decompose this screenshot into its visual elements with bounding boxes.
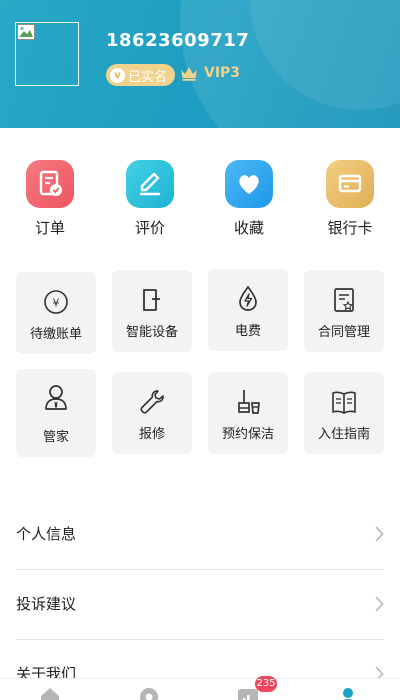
service-checkin-guide[interactable]: 入住指南 bbox=[304, 372, 384, 454]
wrench-icon bbox=[140, 390, 164, 414]
notification-badge: 235 bbox=[255, 676, 277, 692]
discover-icon[interactable] bbox=[137, 685, 161, 700]
service-label: 合同管理 bbox=[317, 325, 370, 340]
menu-personal-info[interactable]: 个人信息 bbox=[16, 500, 384, 570]
service-label: 待缴账单 bbox=[29, 327, 82, 342]
service-repair[interactable]: 报修 bbox=[112, 372, 192, 454]
service-contract-management[interactable]: 合同管理 bbox=[304, 270, 384, 352]
service-electricity[interactable]: 电费 bbox=[208, 269, 288, 351]
electric-icon bbox=[239, 285, 257, 311]
user-phone: 18623609717 bbox=[106, 30, 250, 51]
quick-action-label: 收藏 bbox=[233, 219, 264, 237]
quick-action-orders[interactable]: 订单 bbox=[15, 160, 85, 238]
profile-page: 18623609717 v 已实名 VIP3 订单 评价 收藏 银行卡 ¥ 待缴… bbox=[0, 0, 400, 700]
svg-text:¥: ¥ bbox=[53, 297, 60, 310]
chevron-right-icon bbox=[375, 526, 384, 542]
vip-badge: VIP3 bbox=[180, 65, 240, 81]
cleaning-icon bbox=[238, 390, 260, 414]
service-label: 智能设备 bbox=[125, 325, 178, 340]
guide-icon bbox=[332, 391, 356, 414]
v-badge-icon: v bbox=[110, 67, 125, 83]
quick-action-reviews[interactable]: 评价 bbox=[115, 160, 185, 238]
service-label: 预约保洁 bbox=[221, 427, 274, 442]
menu-label: 个人信息 bbox=[16, 525, 77, 543]
quick-action-label: 评价 bbox=[134, 219, 165, 237]
chevron-right-icon bbox=[375, 596, 384, 612]
service-label: 报修 bbox=[138, 427, 165, 442]
menu-label: 投诉建议 bbox=[16, 595, 77, 613]
yen-icon: ¥ bbox=[44, 290, 68, 314]
menu-complaints-suggestions[interactable]: 投诉建议 bbox=[16, 570, 384, 640]
crown-icon bbox=[181, 66, 197, 81]
service-cleaning-booking[interactable]: 预约保洁 bbox=[208, 372, 288, 454]
service-butler[interactable]: 管家 bbox=[16, 369, 96, 457]
vip-level: VIP3 bbox=[204, 65, 241, 81]
service-label: 电费 bbox=[234, 324, 261, 339]
butler-icon bbox=[45, 385, 67, 410]
device-icon bbox=[143, 289, 160, 311]
home-icon[interactable] bbox=[38, 685, 62, 700]
realname-label: 已实名 bbox=[128, 69, 168, 85]
quick-action-label: 银行卡 bbox=[327, 219, 373, 237]
realname-badge: v 已实名 bbox=[106, 64, 176, 86]
service-pending-bills[interactable]: ¥ 待缴账单 bbox=[16, 272, 96, 354]
order-icon bbox=[26, 160, 74, 208]
service-label: 管家 bbox=[42, 430, 69, 445]
quick-action-label: 订单 bbox=[34, 219, 65, 237]
quick-action-bank-card[interactable]: 银行卡 bbox=[315, 160, 385, 238]
quick-action-favorites[interactable]: 收藏 bbox=[214, 160, 284, 238]
avatar[interactable] bbox=[15, 22, 79, 86]
card-icon bbox=[326, 160, 374, 208]
service-label: 入住指南 bbox=[317, 427, 370, 442]
service-smart-devices[interactable]: 智能设备 bbox=[112, 270, 192, 352]
bottom-navigation bbox=[0, 678, 400, 700]
contract-icon bbox=[334, 288, 354, 312]
broken-image-icon bbox=[17, 24, 35, 40]
heart-icon bbox=[225, 160, 273, 208]
user-icon[interactable] bbox=[336, 685, 360, 700]
profile-header: 18623609717 v 已实名 VIP3 bbox=[0, 0, 400, 128]
main-panel: 订单 评价 收藏 银行卡 ¥ 待缴账单 智能设备 电费 合同管理 管家 报修 预… bbox=[0, 128, 400, 700]
pen-icon bbox=[126, 160, 174, 208]
